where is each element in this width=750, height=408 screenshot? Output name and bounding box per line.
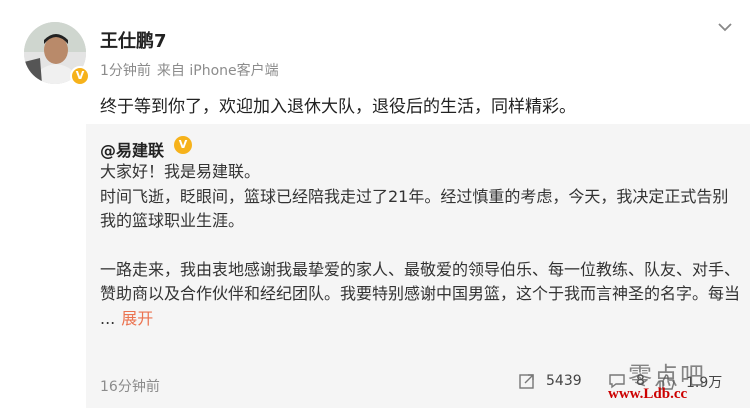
post-text: 终于等到你了，欢迎加入退休大队，退役后的生活，同样精彩。 bbox=[100, 97, 576, 117]
expand-link[interactable]: 展开 bbox=[121, 309, 153, 328]
repost-body: 大家好！我是易建联。 时间飞逝，眨眼间，篮球已经陪我走过了21年。经过慎重的考虑… bbox=[100, 160, 740, 331]
repost-paragraph: 时间飞逝，眨眼间，篮球已经陪我走过了21年。经过慎重的考虑，今天，我决定正式告别… bbox=[100, 186, 729, 231]
watermark-url: www.Ldb.cc bbox=[608, 386, 688, 402]
ellipsis: ... bbox=[100, 308, 116, 328]
chevron-down-icon[interactable] bbox=[716, 18, 734, 36]
repost-paragraph: 大家好！我是易建联。 bbox=[100, 162, 261, 181]
verified-badge-icon: V bbox=[70, 66, 90, 86]
repost-count: 5439 bbox=[546, 373, 582, 389]
repost-paragraph: 一路走来，我由衷地感谢我最挚爱的家人、最敬爱的领导伯乐、每一位教练、队友、对手、… bbox=[100, 259, 741, 328]
repost-time[interactable]: 16分钟前 bbox=[100, 376, 160, 396]
share-icon bbox=[519, 374, 534, 389]
repost-author[interactable]: @易建联 bbox=[100, 137, 164, 161]
post-time[interactable]: 1分钟前 bbox=[100, 63, 151, 79]
repost-action[interactable]: 5439 bbox=[518, 372, 582, 390]
post-meta: 1分钟前 来自 iPhone客户端 bbox=[100, 60, 279, 80]
author-name[interactable]: 王仕鹏7 bbox=[100, 27, 167, 53]
post-source: 来自 iPhone客户端 bbox=[156, 63, 279, 79]
verified-icon: V bbox=[174, 136, 192, 154]
